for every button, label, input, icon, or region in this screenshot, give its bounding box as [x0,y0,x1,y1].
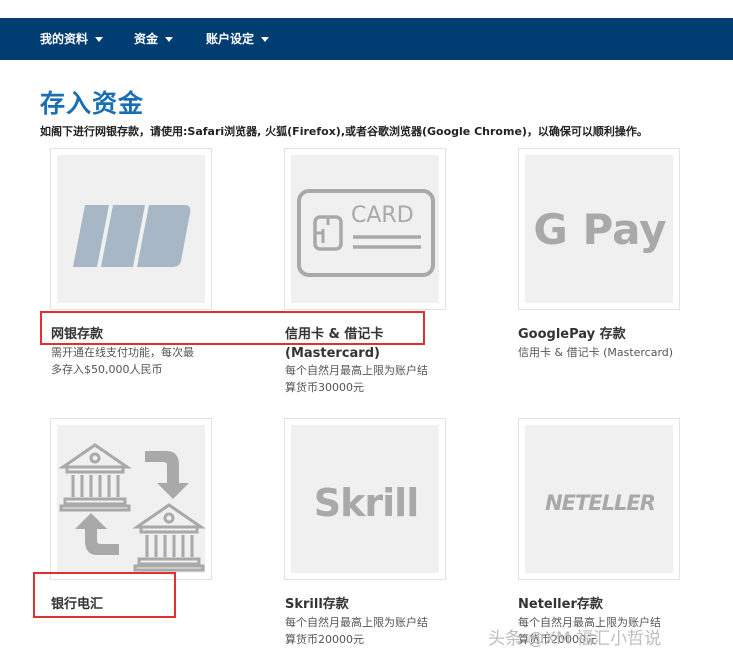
nav-my-profile[interactable]: 我的资料 [40,18,104,60]
bank-transfer-card[interactable] [50,418,212,580]
credit-card-desc-line2: 算货币30000元 [285,381,364,394]
neteller-icon: NETELLER [545,491,656,515]
google-pay-card[interactable]: G Pay [518,148,680,310]
skrill-title[interactable]: Skrill存款 [285,595,349,614]
skrill-card[interactable]: Skrill [284,418,446,580]
neteller-card[interactable]: NETELLER [518,418,680,580]
credit-card-icon-text: CARD [351,203,414,228]
credit-card-card[interactable]: CARD [284,148,446,310]
page-title: 存入资金 [40,89,145,118]
neteller-title[interactable]: Neteller存款 [518,595,603,614]
watermark: 头条 @XM 福汇小哲说 [488,629,662,649]
skrill-desc-line1: 每个自然月最高上限为账户结 [285,616,428,629]
top-nav-bar: 我的资料 资金 账户设定 [0,18,733,60]
bank-card-icon [73,205,191,267]
nav-funds-label: 资金 [134,32,159,46]
credit-card-desc-line1: 每个自然月最高上限为账户结 [285,364,428,377]
google-pay-icon: G Pay [533,205,667,254]
browser-notice: 如阁下进行网银存款，请使用:Safari浏览器, 火狐(Firefox),或者谷… [40,125,648,138]
nav-funds[interactable]: 资金 [134,18,174,60]
online-banking-card[interactable] [50,148,212,310]
credit-card-icon [297,189,435,277]
skrill-icon: Skrill [313,481,419,525]
chevron-down-icon [95,37,104,42]
nav-my-profile-label: 我的资料 [40,32,89,46]
online-banking-desc-line1: 需开通在线支付功能，每次最 [51,346,194,359]
nav-account-settings-label: 账户设定 [206,32,255,46]
chevron-down-icon [261,37,270,42]
highlight-box-top [40,311,425,345]
online-banking-desc-line2: 多存入$50,000人民币 [51,363,163,376]
bank-transfer-icon [58,443,206,572]
google-pay-desc: 信用卡 & 借记卡 (Mastercard) [518,346,674,359]
credit-card-title-line2[interactable]: (Mastercard) [285,344,380,363]
nav-account-settings[interactable]: 账户设定 [206,18,270,60]
google-pay-title[interactable]: GooglePay 存款 [518,325,626,344]
skrill-desc-line2: 算货币20000元 [285,633,364,646]
highlight-box-bottom [33,572,176,618]
chevron-down-icon [165,37,174,42]
